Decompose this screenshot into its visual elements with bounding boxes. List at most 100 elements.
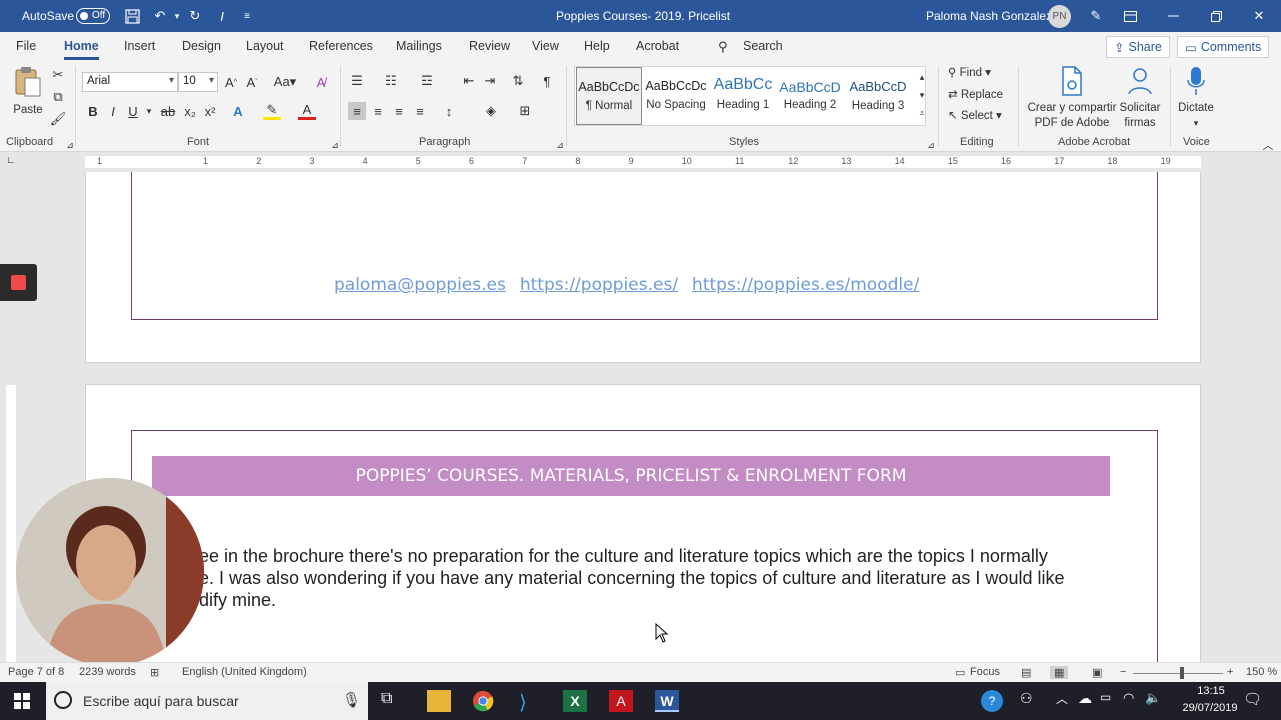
comments-button[interactable]: ▭ Comments bbox=[1177, 36, 1270, 58]
document-page[interactable]: POPPIES’ COURSES. MATERIALS, PRICELIST &… bbox=[85, 384, 1201, 670]
moodle-link[interactable]: https://poppies.es/moodle/ bbox=[692, 275, 919, 295]
shading-icon[interactable]: ◈ bbox=[482, 102, 500, 120]
tab-design[interactable]: Design bbox=[182, 39, 221, 53]
minimize-icon[interactable] bbox=[1164, 7, 1182, 25]
align-center-icon[interactable]: ≡ bbox=[369, 102, 387, 120]
cut-icon[interactable]: ✂ bbox=[49, 66, 67, 84]
ribbon-display-icon[interactable] bbox=[1121, 7, 1139, 25]
battery-icon[interactable]: ▭ bbox=[1100, 690, 1124, 712]
align-left-icon[interactable]: ≡ bbox=[348, 102, 366, 120]
zoom-level[interactable]: 150 % bbox=[1246, 666, 1277, 678]
subscript-icon[interactable]: x₂ bbox=[181, 102, 199, 120]
style-heading-3[interactable]: AaBbCcD Heading 3 bbox=[845, 67, 911, 125]
request-signatures-button[interactable]: Solicitar firmas bbox=[1116, 66, 1164, 131]
undo-icon[interactable]: ↶ bbox=[151, 7, 169, 25]
show-hidden-icons-icon[interactable]: ︿ bbox=[1056, 690, 1080, 712]
record-stop-button[interactable] bbox=[0, 264, 37, 301]
tab-insert[interactable]: Insert bbox=[124, 39, 155, 53]
ruler-track[interactable] bbox=[85, 156, 1201, 168]
website-link[interactable]: https://poppies.es/ bbox=[520, 275, 678, 295]
clock-time[interactable]: 13:15 bbox=[1189, 685, 1233, 697]
print-layout-icon[interactable]: ▦ bbox=[1050, 666, 1069, 679]
zoom-out-icon[interactable]: − bbox=[1120, 666, 1126, 678]
shrink-font-icon[interactable]: Aˇ bbox=[243, 73, 261, 91]
pen-icon[interactable]: ✎ bbox=[1087, 7, 1105, 25]
style-heading-2[interactable]: AaBbCcD Heading 2 bbox=[777, 67, 843, 125]
share-button[interactable]: ⇪ Share bbox=[1106, 36, 1170, 58]
change-case-icon[interactable]: Aa▾ bbox=[272, 73, 298, 91]
tab-review[interactable]: Review bbox=[469, 39, 510, 53]
word-icon[interactable]: W bbox=[655, 690, 679, 712]
redo-icon[interactable]: ↻ bbox=[186, 7, 204, 25]
create-pdf-button[interactable]: Crear y compartir PDF de Adobe bbox=[1026, 66, 1118, 131]
decrease-indent-icon[interactable]: ⇤ bbox=[460, 72, 478, 90]
tab-references[interactable]: References bbox=[309, 39, 373, 53]
excel-icon[interactable]: X bbox=[563, 690, 587, 712]
dictate-button[interactable]: Dictate ▾ bbox=[1176, 66, 1216, 131]
superscript-icon[interactable]: x² bbox=[201, 102, 219, 120]
search-box[interactable]: Search bbox=[743, 39, 783, 53]
clear-formatting-icon[interactable]: A̸ bbox=[312, 73, 330, 91]
underline-dropdown-icon[interactable]: ▾ bbox=[140, 102, 158, 120]
zoom-slider[interactable] bbox=[1133, 673, 1223, 674]
font-name-combo[interactable]: Arial bbox=[82, 72, 178, 92]
style-no-spacing[interactable]: AaBbCcDc No Spacing bbox=[643, 67, 709, 125]
italic-quick-icon[interactable]: I bbox=[213, 7, 231, 25]
tab-view[interactable]: View bbox=[532, 39, 559, 53]
multilevel-list-icon[interactable]: ☲ bbox=[418, 72, 436, 90]
acrobat-icon[interactable]: A bbox=[609, 690, 633, 712]
sort-icon[interactable]: ⇅ bbox=[509, 72, 527, 90]
styles-scroll-up-icon[interactable]: ▴ bbox=[913, 68, 931, 86]
tab-file[interactable]: File bbox=[16, 39, 36, 53]
user-name[interactable]: Paloma Nash Gonzalez bbox=[926, 9, 1052, 23]
onedrive-icon[interactable]: ☁ bbox=[1078, 690, 1102, 712]
highlight-color-icon[interactable]: ✎ bbox=[263, 102, 281, 120]
select-button[interactable]: ↖ Select ▾ bbox=[948, 109, 1002, 124]
avatar[interactable]: PN bbox=[1048, 5, 1071, 28]
styles-scroll-down-icon[interactable]: ▾ bbox=[913, 86, 931, 104]
proofing-icon[interactable]: ⊞ bbox=[150, 666, 159, 679]
autosave-toggle[interactable]: Off bbox=[76, 8, 110, 24]
tab-mailings[interactable]: Mailings bbox=[396, 39, 442, 53]
font-color-icon[interactable]: A bbox=[298, 102, 316, 120]
undo-dropdown-icon[interactable]: ▾ bbox=[168, 7, 186, 25]
borders-icon[interactable]: ⊞ bbox=[516, 102, 534, 120]
copy-icon[interactable]: ⧉ bbox=[49, 88, 67, 106]
help-icon[interactable]: ? bbox=[981, 690, 1003, 712]
clock-date[interactable]: 29/07/2019 bbox=[1168, 702, 1252, 714]
task-view-icon[interactable]: ⧉ bbox=[381, 690, 405, 712]
bullets-icon[interactable]: ☰ bbox=[348, 72, 366, 90]
taskbar-search-input[interactable]: Escribe aquí para buscar 🎙 bbox=[46, 682, 368, 720]
save-icon[interactable] bbox=[123, 7, 141, 25]
paste-button[interactable]: Paste bbox=[10, 66, 46, 118]
bold-button[interactable]: B bbox=[84, 102, 102, 120]
show-formatting-icon[interactable]: ¶ bbox=[538, 72, 556, 90]
style-heading-1[interactable]: AaBbCc Heading 1 bbox=[710, 67, 776, 125]
vscode-icon[interactable]: ⟩ bbox=[519, 690, 543, 714]
customize-toolbar-icon[interactable]: ≡ bbox=[238, 7, 256, 25]
increase-indent-icon[interactable]: ⇥ bbox=[481, 72, 499, 90]
page-count[interactable]: Page 7 of 8 bbox=[8, 666, 64, 678]
close-icon[interactable]: ✕ bbox=[1250, 7, 1268, 25]
chrome-icon[interactable] bbox=[471, 690, 495, 712]
file-explorer-icon[interactable] bbox=[427, 690, 451, 712]
tab-home[interactable]: Home bbox=[64, 39, 99, 60]
line-spacing-icon[interactable]: ↕ bbox=[440, 102, 458, 120]
dictate-dropdown-icon[interactable]: ▾ bbox=[1176, 116, 1216, 131]
tab-acrobat[interactable]: Acrobat bbox=[636, 39, 679, 53]
microphone-icon[interactable]: 🎙 bbox=[342, 691, 361, 709]
search-icon[interactable]: ⚲ bbox=[718, 39, 728, 55]
focus-icon[interactable]: ▭ bbox=[955, 666, 965, 679]
tab-selector-icon[interactable]: ∟ bbox=[6, 155, 16, 166]
email-link[interactable]: paloma@poppies.es bbox=[334, 275, 506, 295]
italic-button[interactable]: I bbox=[104, 102, 122, 120]
styles-more-icon[interactable]: ⩡ bbox=[913, 104, 931, 122]
volume-icon[interactable]: 🔈 bbox=[1145, 690, 1169, 712]
restore-icon[interactable] bbox=[1207, 7, 1225, 25]
numbering-icon[interactable]: ☷ bbox=[382, 72, 400, 90]
style-normal[interactable]: AaBbCcDc ¶ Normal bbox=[576, 67, 642, 125]
tab-help[interactable]: Help bbox=[584, 39, 610, 53]
justify-icon[interactable]: ≡ bbox=[411, 102, 429, 120]
web-layout-icon[interactable]: ▣ bbox=[1092, 666, 1102, 679]
zoom-slider-thumb[interactable] bbox=[1180, 667, 1184, 679]
